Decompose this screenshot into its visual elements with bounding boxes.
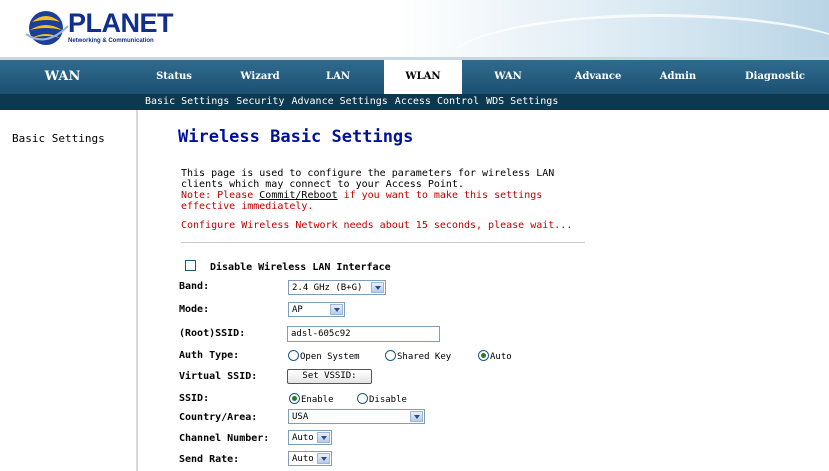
subnav-access-control[interactable]: Access Control: [395, 96, 479, 107]
tab-wan[interactable]: WAN: [465, 60, 551, 94]
sidebar: Basic Settings: [0, 110, 138, 471]
virtual-ssid-label: Virtual SSID:: [179, 371, 258, 382]
subnav-basic-settings[interactable]: Basic Settings: [145, 96, 229, 107]
ssid-label: (Root)SSID:: [179, 328, 246, 339]
radio-icon: [385, 350, 396, 361]
page-description: This page is used to configure the param…: [181, 168, 601, 212]
channel-label: Channel Number:: [179, 433, 270, 444]
ssid-input[interactable]: adsl-605c92: [287, 326, 440, 342]
mode-value: AP: [292, 305, 303, 315]
tab-advance[interactable]: Advance: [555, 60, 641, 94]
sidebar-item-basic-settings[interactable]: Basic Settings: [12, 132, 105, 145]
channel-select[interactable]: Auto: [288, 430, 332, 445]
description-text: This page is used to configure the param…: [181, 168, 555, 190]
radio-icon: [357, 393, 368, 404]
auth-open-label: Open System: [300, 352, 360, 362]
radio-icon: [288, 350, 299, 361]
auth-auto-label: Auto: [490, 352, 512, 362]
tab-admin[interactable]: Admin: [635, 60, 721, 94]
country-label: Country/Area:: [179, 412, 258, 423]
chevron-down-icon: [371, 282, 384, 293]
country-value: USA: [292, 412, 309, 422]
chevron-down-icon: [330, 304, 343, 315]
band-select[interactable]: 2.4 GHz (B+G): [288, 280, 386, 295]
subnav-advance-settings[interactable]: Advance Settings: [291, 96, 387, 107]
set-vssid-button[interactable]: Set VSSID:: [287, 369, 372, 384]
ssid-enable[interactable]: Enable: [289, 393, 334, 405]
nav-side-label: WAN: [44, 69, 81, 84]
disable-wlan-label: Disable Wireless LAN Interface: [210, 262, 391, 273]
chevron-down-icon: [317, 453, 330, 464]
main-content: Wireless Basic Settings This page is use…: [138, 110, 829, 471]
channel-value: Auto: [292, 433, 314, 443]
auth-shared-key[interactable]: Shared Key: [385, 350, 451, 362]
country-select[interactable]: USA: [288, 409, 425, 424]
radio-selected-icon: [478, 350, 489, 361]
logo-subtitle: Networking & Communication: [68, 38, 154, 44]
note-text: Note: Please Commit/Reboot if you want t…: [181, 190, 601, 212]
auth-open-system[interactable]: Open System: [288, 350, 360, 362]
auth-type-label: Auth Type:: [179, 350, 240, 361]
mode-select[interactable]: AP: [288, 302, 345, 317]
subnav-wds-settings[interactable]: WDS Settings: [486, 96, 558, 107]
config-message: Configure Wireless Network needs about 1…: [181, 220, 573, 231]
sub-nav: Basic Settings Security Advance Settings Ac…: [145, 94, 565, 110]
mode-label: Mode:: [179, 304, 210, 315]
send-rate-label: Send Rate:: [179, 454, 240, 465]
auth-shared-label: Shared Key: [397, 352, 452, 362]
note-prefix: Note: Please: [181, 190, 260, 201]
chevron-down-icon: [317, 432, 330, 443]
tab-diagnostic[interactable]: Diagnostic: [732, 60, 818, 94]
band-label: Band:: [179, 281, 210, 292]
disable-wlan-checkbox[interactable]: [185, 260, 196, 271]
header: PLANET Networking & Communication: [0, 0, 829, 57]
commit-reboot-link[interactable]: Commit/Reboot: [259, 190, 337, 201]
page-title: Wireless Basic Settings: [178, 127, 414, 147]
ssid-disable-label: Disable: [369, 395, 407, 405]
divider: [181, 242, 585, 244]
chevron-down-icon: [410, 411, 423, 422]
ssid-enable-label: Enable: [301, 395, 334, 405]
logo-text: PLANET: [68, 8, 174, 38]
tab-status[interactable]: Status: [131, 60, 217, 94]
tab-lan[interactable]: LAN: [295, 60, 381, 94]
ssid-disable[interactable]: Disable: [357, 393, 407, 405]
send-rate-value: Auto: [292, 454, 314, 464]
tab-wizard[interactable]: Wizard: [217, 60, 303, 94]
auth-auto[interactable]: Auto: [478, 350, 512, 362]
subnav-security[interactable]: Security: [236, 96, 284, 107]
band-value: 2.4 GHz (B+G): [292, 283, 363, 293]
ssid-broadcast-label: SSID:: [179, 393, 210, 404]
send-rate-select[interactable]: Auto: [288, 451, 332, 466]
tab-wlan[interactable]: WLAN: [384, 60, 462, 94]
radio-selected-icon: [289, 393, 300, 404]
disable-wlan-row: Disable Wireless LAN Interface: [185, 260, 391, 273]
